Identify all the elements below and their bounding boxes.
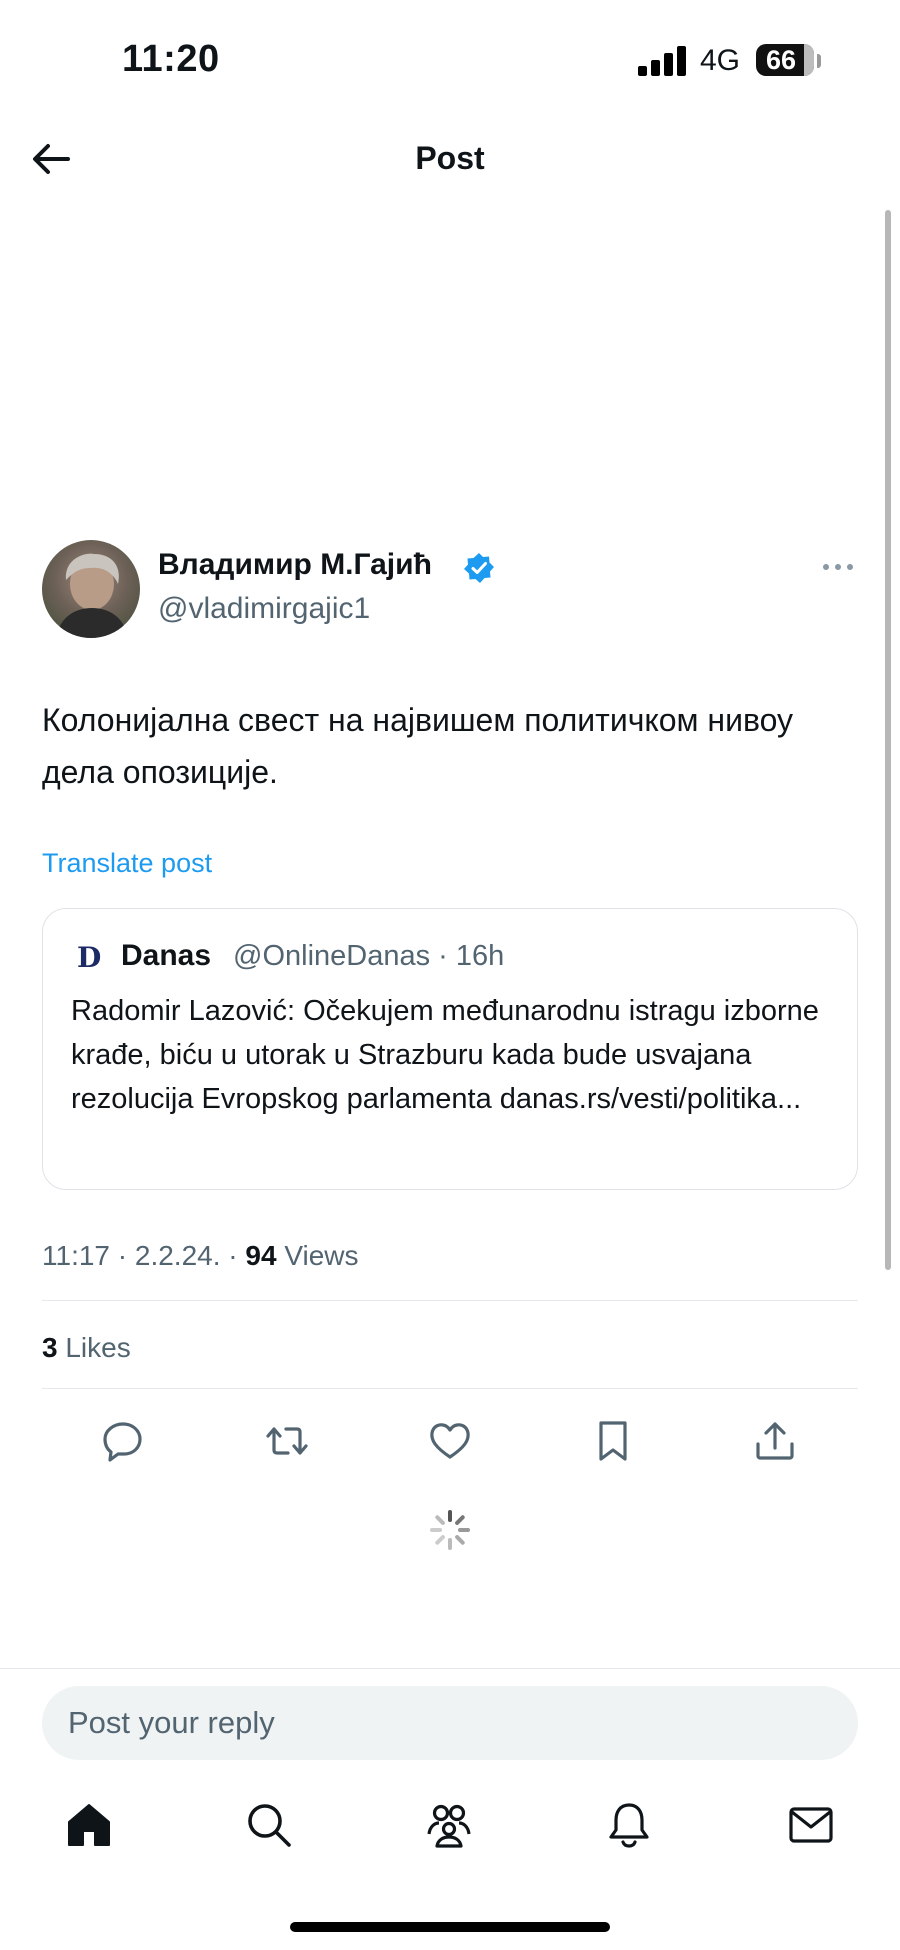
quoted-author-handle-time: @OnlineDanas · 16h	[233, 940, 505, 972]
nav-notifications[interactable]	[604, 1800, 654, 1850]
likes-label: Likes	[57, 1332, 131, 1363]
more-icon	[823, 564, 853, 570]
more-options-button[interactable]	[820, 555, 856, 579]
nav-messages[interactable]	[786, 1800, 836, 1850]
notifications-icon	[609, 1803, 649, 1848]
danas-logo: D	[77, 941, 102, 974]
avatar[interactable]	[42, 540, 140, 638]
reply-separator	[0, 1668, 900, 1669]
share-button[interactable]	[752, 1418, 798, 1464]
loading-spinner-icon	[430, 1510, 470, 1550]
nav-home[interactable]	[64, 1800, 114, 1850]
status-time: 11:20	[122, 38, 220, 80]
like-button[interactable]	[427, 1418, 473, 1464]
scrollbar[interactable]	[885, 210, 891, 1270]
verified-badge-icon	[464, 553, 494, 583]
reply-icon	[103, 1422, 142, 1462]
reply-box[interactable]	[42, 1686, 858, 1760]
views-label: Views	[276, 1240, 359, 1271]
battery-icon: 66	[756, 44, 814, 76]
author-handle[interactable]: @vladimirgajic1	[158, 592, 370, 626]
repost-button[interactable]	[264, 1418, 310, 1464]
bookmark-button[interactable]	[590, 1418, 636, 1464]
views-count: 94	[245, 1240, 277, 1271]
share-icon	[756, 1422, 794, 1460]
post-meta: 11:17 · 2.2.24. · 94 Views	[42, 1240, 359, 1272]
post-actions	[0, 1418, 900, 1468]
divider	[42, 1300, 858, 1301]
like-icon	[430, 1423, 470, 1459]
post-text: Колонијална свест на највишем политичком…	[42, 702, 794, 790]
messages-icon	[789, 1807, 833, 1843]
home-icon	[68, 1804, 110, 1846]
search-icon	[248, 1804, 291, 1847]
quoted-post-text: Radomir Lazović: Očekujem međunarodnu is…	[71, 995, 819, 1115]
likes-summary[interactable]: 3 Likes	[42, 1332, 131, 1364]
reply-button[interactable]	[100, 1418, 146, 1464]
translate-post-link[interactable]: Translate post	[42, 848, 212, 879]
repost-icon	[266, 1427, 308, 1455]
signal-icon	[638, 44, 686, 76]
network-type: 4G	[700, 44, 741, 77]
nav-communities[interactable]	[424, 1800, 474, 1850]
bottom-nav	[0, 1800, 900, 1860]
communities-icon	[427, 1804, 471, 1848]
quoted-author-name: Danas	[121, 939, 212, 972]
nav-search[interactable]	[244, 1800, 294, 1850]
divider	[42, 1388, 858, 1389]
battery-tip	[817, 54, 821, 68]
likes-count: 3	[42, 1332, 58, 1363]
quoted-post-card[interactable]: D Danas @OnlineDanas · 16h Radomir Lazov…	[42, 908, 858, 1190]
home-indicator	[290, 1922, 610, 1932]
bookmark-icon	[599, 1421, 627, 1461]
reply-input[interactable]	[68, 1686, 828, 1760]
post-timestamp: 11:17 · 2.2.24. ·	[42, 1240, 246, 1271]
author-name[interactable]: Владимир М.Гајић	[158, 548, 432, 582]
page-title: Post	[415, 140, 485, 176]
battery-level: 66	[765, 45, 797, 75]
